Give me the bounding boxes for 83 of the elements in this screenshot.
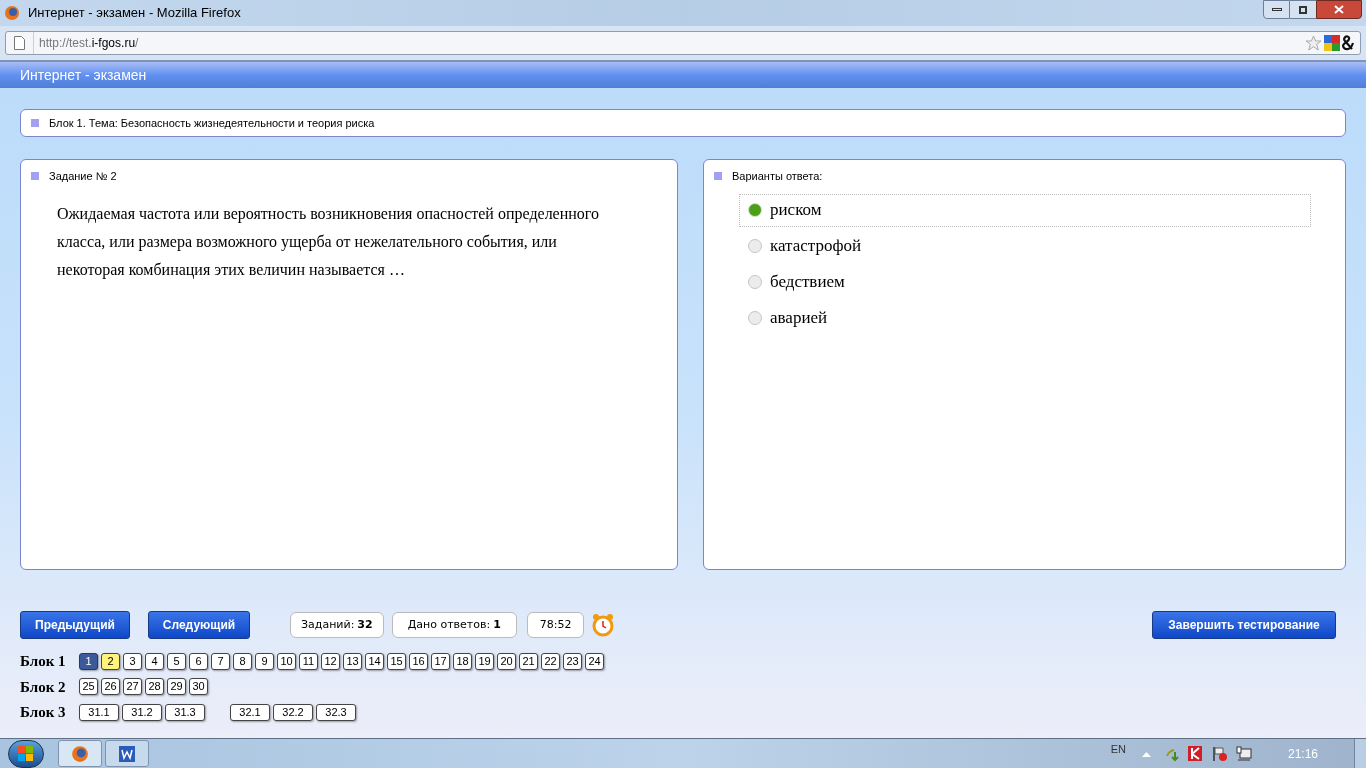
star-icon[interactable] xyxy=(1305,35,1322,51)
answer-option[interactable]: риском xyxy=(739,193,1311,227)
question-number-button[interactable]: 32.3 xyxy=(316,703,356,721)
question-number-button[interactable]: 4 xyxy=(145,652,164,670)
question-text: Ожидаемая частота или вероятность возникновения опасностей определенного класса, или размера возможного ущерба от нежелательного события, или некоторая комбинация этих величин называется … xyxy=(57,203,600,281)
question-number-button[interactable]: 19 xyxy=(475,652,494,670)
question-number-button[interactable]: 28 xyxy=(145,678,164,696)
start-button[interactable] xyxy=(8,739,44,768)
bullet-icon xyxy=(31,172,39,181)
block-label: Блок 1 xyxy=(20,652,67,671)
previous-button[interactable]: Предыдущий xyxy=(20,611,130,639)
question-heading: Задание № 2 xyxy=(49,169,117,184)
next-button[interactable]: Следующий xyxy=(148,611,250,639)
radio-button[interactable] xyxy=(748,203,762,217)
close-button[interactable] xyxy=(1316,0,1362,19)
question-number-button[interactable]: 9 xyxy=(255,652,274,670)
question-number-button[interactable]: 25 xyxy=(79,678,98,696)
question-number-button[interactable]: 16 xyxy=(409,652,428,670)
question-number-button[interactable]: 1 xyxy=(79,652,98,670)
question-number-button[interactable]: 22 xyxy=(541,652,560,670)
question-number-button[interactable]: 12 xyxy=(321,652,340,670)
question-number-button[interactable]: 8 xyxy=(233,652,252,670)
question-number-button[interactable]: 31.3 xyxy=(165,703,205,721)
question-number-button[interactable]: 20 xyxy=(497,652,516,670)
block-label: Блок 2 xyxy=(20,677,67,697)
document-icon xyxy=(119,745,135,762)
alarm-clock-icon xyxy=(592,613,615,637)
language-indicator[interactable]: EN xyxy=(1110,741,1126,758)
question-number-button[interactable]: 17 xyxy=(431,652,450,670)
question-number-button[interactable]: 21 xyxy=(519,652,538,670)
question-number-button[interactable]: 6 xyxy=(189,652,208,670)
question-number-button[interactable]: 32.1 xyxy=(230,703,270,721)
question-number-button[interactable]: 3 xyxy=(123,652,142,670)
browser-logo-icon xyxy=(4,5,20,21)
topic-text: Блок 1. Тема: Безопасность жизнедеятельности и теория риска xyxy=(49,115,375,131)
question-number-button[interactable]: 31.2 xyxy=(122,703,162,721)
antivirus-tray-icon[interactable] xyxy=(1187,745,1204,762)
bullet-icon xyxy=(31,119,39,127)
question-number-button[interactable]: 31.1 xyxy=(79,703,119,721)
taskbar-browser-button[interactable] xyxy=(58,740,102,767)
question-number-button[interactable]: 13 xyxy=(343,652,362,670)
question-number-button[interactable]: 10 xyxy=(277,652,296,670)
question-number-button[interactable]: 23 xyxy=(563,652,582,670)
answer-option[interactable]: катастрофой xyxy=(739,229,1311,263)
answered-counter: Дано ответов: 1 xyxy=(391,612,517,638)
minimize-button[interactable] xyxy=(1263,0,1290,19)
question-number-button[interactable]: 32.2 xyxy=(273,703,313,721)
question-number-button[interactable]: 14 xyxy=(365,652,384,670)
address-field[interactable]: http://test.i-fgos.ru/ xyxy=(5,31,1361,55)
url-text: http://test.i-fgos.ru/ xyxy=(39,35,139,52)
finish-test-button[interactable]: Завершить тестирование xyxy=(1152,611,1336,639)
radio-button[interactable] xyxy=(748,239,762,253)
flag-error-icon[interactable] xyxy=(1211,745,1228,762)
question-number-button[interactable]: 11 xyxy=(299,652,318,670)
question-number-button[interactable]: 7 xyxy=(211,652,230,670)
browser-logo-icon xyxy=(71,744,89,763)
question-number-button[interactable]: 29 xyxy=(167,678,186,696)
taskbar-word-button[interactable] xyxy=(105,740,149,767)
windows-logo-icon xyxy=(18,745,34,762)
app-title: Интернет - экзамен xyxy=(20,65,147,85)
question-number-button[interactable]: 15 xyxy=(387,652,406,670)
window-title: Интернет - экзамен - Mozilla Firefox xyxy=(28,4,241,23)
tasks-counter: Заданий: 32 xyxy=(290,612,384,638)
block-label: Блок 3 xyxy=(20,703,67,722)
bullet-icon xyxy=(714,172,722,181)
question-number-button[interactable]: 26 xyxy=(101,678,120,696)
question-number-button[interactable]: 27 xyxy=(123,678,142,696)
radio-button[interactable] xyxy=(748,275,762,289)
page-icon xyxy=(14,36,25,50)
question-number-button[interactable]: 30 xyxy=(189,678,208,696)
radio-button[interactable] xyxy=(748,311,762,325)
close-icon xyxy=(1334,5,1344,14)
question-number-button[interactable]: 5 xyxy=(167,652,186,670)
answer-option[interactable]: аварией xyxy=(739,301,1311,335)
question-number-button[interactable]: 24 xyxy=(585,652,604,670)
answers-heading: Варианты ответа: xyxy=(732,169,823,184)
network-monitor-icon[interactable] xyxy=(1235,745,1252,762)
ampersand-extension-icon[interactable] xyxy=(1341,35,1357,51)
question-number-button[interactable]: 18 xyxy=(453,652,472,670)
timer: 78:52 xyxy=(526,612,585,638)
question-number-button[interactable]: 2 xyxy=(101,652,120,670)
restore-button[interactable] xyxy=(1290,0,1316,19)
answer-option[interactable]: бедствием xyxy=(739,265,1311,299)
